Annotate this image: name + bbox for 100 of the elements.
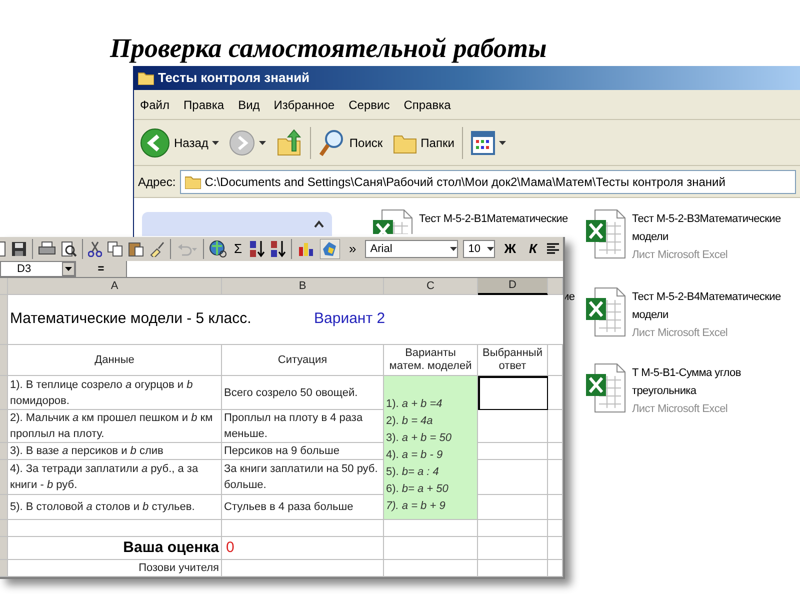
brush-icon[interactable] bbox=[149, 241, 165, 257]
new-document-icon[interactable] bbox=[0, 241, 6, 257]
chevron-up-icon bbox=[314, 220, 324, 228]
forward-button[interactable] bbox=[227, 130, 268, 156]
model-option: 6). b= a + 50 bbox=[386, 481, 477, 498]
caret-down-icon bbox=[259, 140, 266, 144]
file-name: модели bbox=[632, 308, 670, 323]
model-option: 3). a + b = 50 bbox=[386, 430, 477, 447]
table-cell: 3). В вазе a персиков и b слив bbox=[8, 443, 222, 460]
file-type: Лист Microsoft Excel bbox=[632, 402, 729, 417]
table-cell bbox=[548, 537, 563, 560]
score-label-cell: Ваша оценка bbox=[8, 537, 222, 560]
column-header[interactable]: C bbox=[384, 278, 478, 295]
folder-up-icon bbox=[276, 128, 302, 156]
menu-item[interactable]: Справка bbox=[404, 96, 451, 114]
table-header: Данные bbox=[8, 345, 222, 376]
copy-icon[interactable] bbox=[107, 241, 123, 257]
file-name: Тест М-5-2-В3Математические bbox=[632, 212, 781, 227]
table-cell bbox=[548, 520, 563, 537]
menu-item[interactable]: Файл bbox=[140, 96, 170, 114]
model-option: 7). a = b + 9 bbox=[386, 498, 477, 515]
paste-icon[interactable] bbox=[128, 241, 144, 257]
views-icon bbox=[471, 130, 496, 154]
spreadsheet-file-icon bbox=[586, 362, 626, 413]
column-header[interactable]: A bbox=[8, 278, 222, 295]
table-cell: 1). В теплице созрело a огурцов и b помидоров. bbox=[8, 376, 222, 410]
italic-button[interactable]: К bbox=[525, 239, 542, 259]
sort-ascending-icon[interactable] bbox=[249, 240, 266, 258]
file-item[interactable]: Тест М-5-2-В3Математические модели Лист Microsoft Excel bbox=[586, 208, 781, 264]
file-name: треугольника bbox=[632, 384, 698, 399]
globe-icon[interactable] bbox=[209, 240, 227, 258]
more-button[interactable]: » bbox=[345, 239, 360, 259]
column-header[interactable]: B bbox=[222, 278, 384, 295]
sum-button[interactable]: Σ bbox=[232, 239, 244, 259]
folder-icon bbox=[138, 71, 154, 85]
table-cell: Персиков на 9 больше bbox=[222, 443, 384, 460]
formula-sign: = bbox=[96, 262, 106, 277]
window-title: Тесты контроля знаний bbox=[158, 69, 310, 88]
variant-label: Вариант 2 bbox=[314, 309, 386, 330]
menu-item[interactable]: Вид bbox=[238, 96, 260, 114]
bold-button[interactable]: Ж bbox=[500, 239, 520, 259]
menu-item[interactable]: Избранное bbox=[274, 96, 335, 114]
menu-item[interactable]: Правка bbox=[184, 96, 224, 114]
file-name: модели bbox=[632, 230, 670, 245]
views-button[interactable] bbox=[469, 130, 508, 154]
model-option: 2). b = 4a bbox=[386, 413, 477, 430]
sheet-title: Математические модели - 5 класс. bbox=[10, 309, 252, 330]
caret-down-icon bbox=[65, 267, 72, 271]
table-cell bbox=[548, 443, 563, 460]
score-cell: 0 bbox=[222, 537, 384, 560]
align-left-icon[interactable] bbox=[546, 242, 560, 256]
file-item[interactable]: Т М-5-В1-Сумма углов треугольника Лист Microsoft Excel bbox=[586, 362, 741, 418]
print-preview-icon[interactable] bbox=[61, 241, 77, 257]
caret-down-icon bbox=[450, 247, 458, 251]
search-button[interactable]: Поиск bbox=[317, 128, 385, 156]
file-type: Лист Microsoft Excel bbox=[632, 326, 729, 341]
spreadsheet-file-icon bbox=[586, 286, 626, 337]
table-header: Ситуация bbox=[222, 345, 384, 376]
table-cell: 4). За тетради заплатили a руб., а за книги - b руб. bbox=[8, 460, 222, 495]
address-label: Адрес: bbox=[138, 174, 176, 190]
table-cell: 5). В столовой a столов и b стульев. bbox=[8, 495, 222, 520]
folder-icon bbox=[184, 174, 201, 188]
table-cell: 2). Мальчик a км прошел пешком и b км проплыл на плоту. bbox=[8, 410, 222, 443]
formula-field[interactable] bbox=[126, 261, 563, 277]
font-size-dropdown[interactable]: 10 bbox=[463, 240, 496, 258]
address-field[interactable]: C:\Documents and Settings\Саня\Рабочий стол\Мои док2\Мама\Матем\Тесты контроля знаний bbox=[180, 170, 796, 194]
sort-descending-icon[interactable] bbox=[270, 240, 286, 258]
scissors-icon[interactable] bbox=[88, 241, 102, 257]
table-cell bbox=[478, 560, 548, 577]
table-cell bbox=[548, 560, 563, 577]
file-name: Тест М-5-2-В1Математические bbox=[419, 212, 568, 227]
spreadsheet-file-icon bbox=[586, 208, 626, 259]
undo-icon[interactable] bbox=[176, 241, 198, 257]
print-icon[interactable] bbox=[38, 241, 56, 257]
back-button[interactable]: Назад bbox=[138, 128, 222, 158]
file-type: Лист Microsoft Excel bbox=[632, 248, 729, 263]
file-name: Тест М-5-2-В4Математические bbox=[632, 290, 781, 305]
font-dropdown[interactable]: Arial bbox=[365, 240, 458, 258]
caret-down-icon bbox=[212, 140, 220, 144]
table-cell bbox=[548, 410, 563, 443]
spreadsheet-file-icon bbox=[373, 208, 413, 234]
model-option: 1). a + b =4 bbox=[386, 396, 477, 413]
bar-chart-icon[interactable] bbox=[297, 241, 316, 257]
folders-button[interactable]: Папки bbox=[390, 132, 456, 154]
name-box[interactable]: D3 bbox=[0, 261, 76, 277]
search-icon bbox=[319, 128, 346, 156]
table-cell: Позови учителя bbox=[8, 560, 222, 577]
column-header[interactable]: D bbox=[478, 278, 548, 295]
model-option: 5). b= a : 4 bbox=[386, 464, 477, 481]
save-icon[interactable] bbox=[11, 241, 27, 257]
slide-title: Проверка самостоятельной работы bbox=[110, 32, 547, 65]
table-cell bbox=[478, 520, 548, 537]
file-item[interactable]: Тест М-5-2-В4Математические модели Лист Microsoft Excel bbox=[586, 286, 781, 342]
dropdown-button[interactable] bbox=[62, 262, 75, 276]
menu-item[interactable]: Сервис bbox=[348, 96, 390, 114]
caret-down-icon bbox=[487, 247, 494, 251]
caret-down-icon bbox=[499, 140, 506, 144]
table-cell bbox=[548, 495, 563, 520]
table-header: Выбранный ответ bbox=[478, 345, 548, 376]
table-cell bbox=[548, 376, 563, 410]
